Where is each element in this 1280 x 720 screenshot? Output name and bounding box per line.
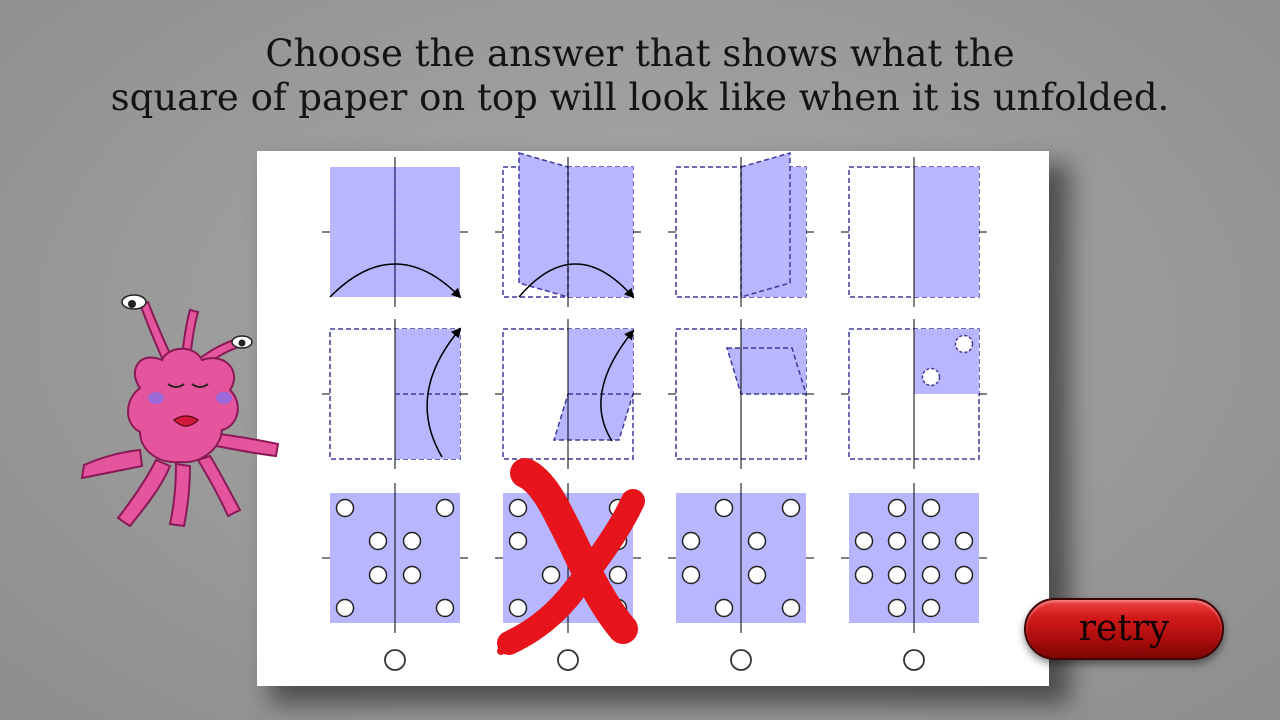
puzzle-drawing (322, 152, 987, 671)
answer-option-4[interactable] (841, 483, 987, 633)
fold-step-7 (668, 319, 814, 469)
circle-hole-icon (714, 498, 734, 518)
circle-hole-icon (508, 498, 528, 518)
answer-radio-1[interactable] (384, 649, 406, 671)
circle-hole-icon (954, 334, 974, 354)
answer-radio-4[interactable] (903, 649, 925, 671)
circle-hole-icon (954, 565, 974, 585)
retry-label: retry (1078, 608, 1170, 649)
circle-hole-icon (368, 565, 388, 585)
circle-hole-icon (954, 531, 974, 551)
circle-hole-icon (608, 565, 628, 585)
circle-hole-icon (435, 498, 455, 518)
answer-radio-2[interactable] (557, 649, 579, 671)
circle-hole-icon (887, 531, 907, 551)
circle-hole-icon (335, 598, 355, 618)
circle-hole-icon (921, 367, 941, 387)
octopus-mascot-icon (80, 294, 280, 528)
question-text: Choose the answer that shows what the sq… (0, 32, 1280, 120)
fold-step-6 (495, 319, 641, 469)
circle-hole-icon (681, 531, 701, 551)
circle-hole-icon (541, 565, 561, 585)
circle-hole-icon (368, 531, 388, 551)
fold-step-1 (322, 157, 468, 307)
circle-hole-icon (854, 565, 874, 585)
answer-option-1[interactable] (322, 483, 468, 633)
puzzle-board (257, 151, 1049, 686)
circle-hole-icon (887, 598, 907, 618)
circle-hole-icon (781, 498, 801, 518)
retry-button[interactable]: retry (1024, 598, 1224, 660)
answer-option-3[interactable] (668, 483, 814, 633)
circle-hole-icon (887, 565, 907, 585)
fold-step-2 (495, 152, 641, 307)
question-line-1: Choose the answer that shows what the (265, 32, 1015, 75)
circle-hole-icon (508, 598, 528, 618)
circle-hole-icon (887, 498, 907, 518)
circle-hole-icon (714, 598, 734, 618)
circle-hole-icon (747, 565, 767, 585)
circle-hole-icon (681, 565, 701, 585)
circle-hole-icon (402, 565, 422, 585)
question-line-2: square of paper on top will look like wh… (110, 76, 1170, 119)
fold-step-3 (668, 152, 814, 307)
fold-step-4 (841, 157, 987, 307)
circle-hole-icon (781, 598, 801, 618)
circle-hole-icon (921, 565, 941, 585)
circle-hole-icon (747, 531, 767, 551)
circle-hole-icon (335, 498, 355, 518)
fold-step-8 (841, 319, 987, 469)
circle-hole-icon (921, 598, 941, 618)
circle-hole-icon (402, 531, 422, 551)
circle-hole-icon (921, 498, 941, 518)
circle-hole-icon (854, 531, 874, 551)
circle-hole-icon (508, 531, 528, 551)
circle-hole-icon (435, 598, 455, 618)
fold-step-5 (322, 319, 468, 469)
circle-hole-icon (921, 531, 941, 551)
answer-radio-3[interactable] (730, 649, 752, 671)
